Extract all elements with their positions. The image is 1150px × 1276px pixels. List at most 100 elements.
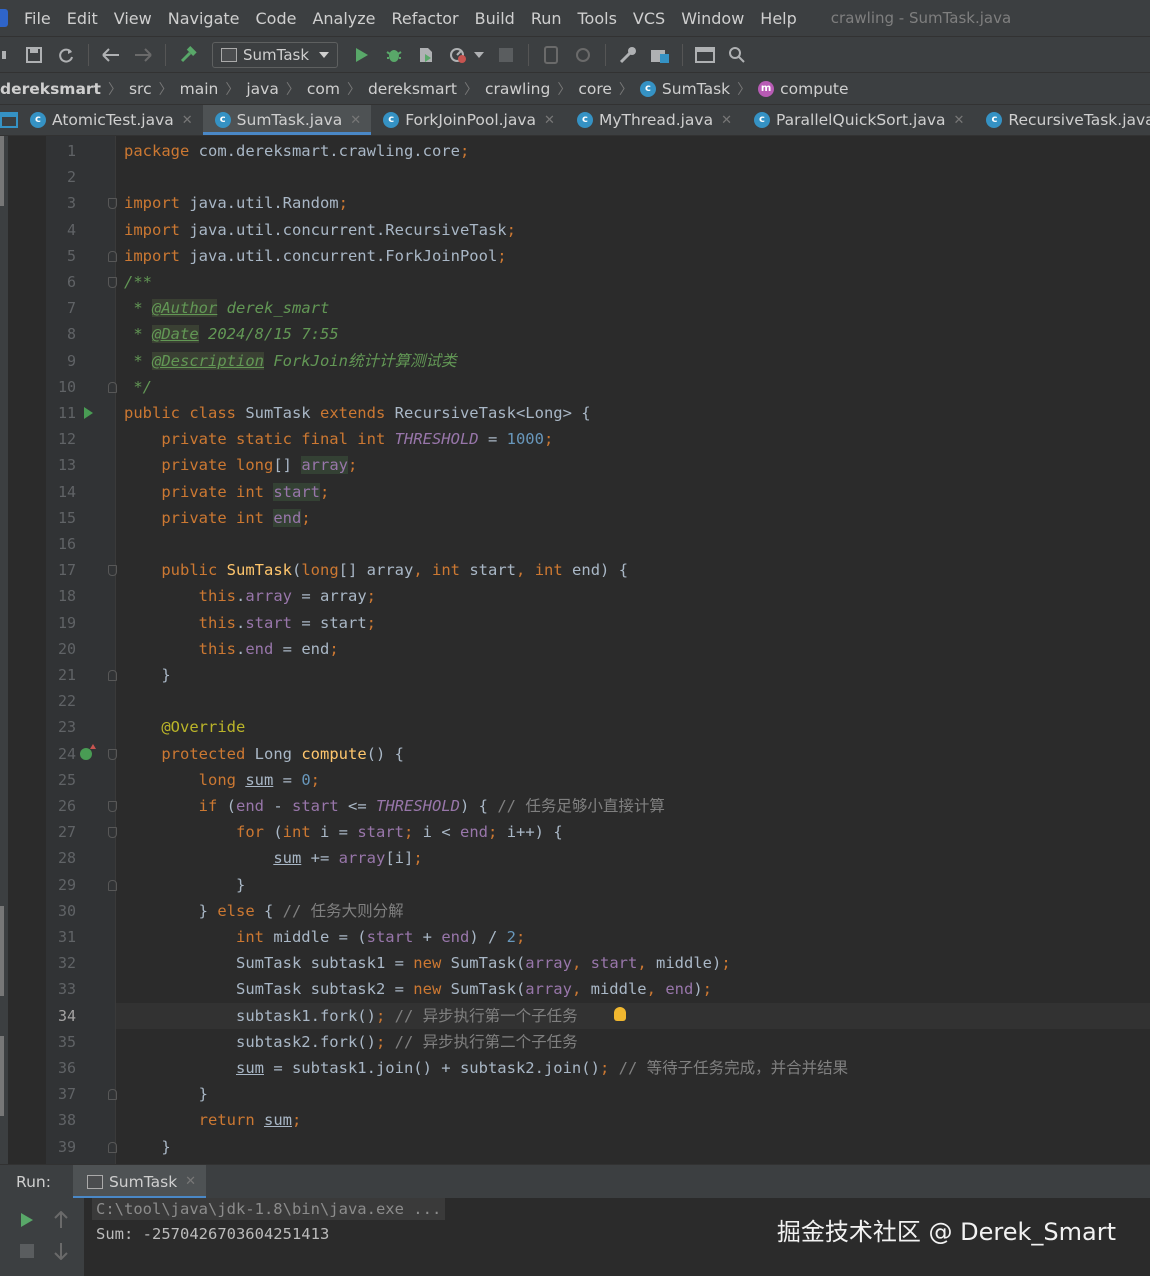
menu-help[interactable]: Help — [760, 9, 796, 28]
sync-icon[interactable] — [56, 45, 76, 65]
menu-analyze[interactable]: Analyze — [312, 9, 375, 28]
code-line[interactable]: this.array = array; — [116, 583, 1150, 609]
run-icon[interactable] — [352, 45, 372, 65]
menu-tools[interactable]: Tools — [578, 9, 617, 28]
code-line[interactable] — [116, 164, 1150, 190]
code-line[interactable]: sum += array[i]; — [116, 845, 1150, 871]
code-line[interactable]: } — [116, 872, 1150, 898]
code-line[interactable]: subtask2.fork(); // 异步执行第二个子任务 — [116, 1029, 1150, 1055]
code-line[interactable]: } — [116, 1081, 1150, 1107]
code-line[interactable]: private int start; — [116, 479, 1150, 505]
tab-forkjoinpool[interactable]: c ForkJoinPool.java ✕ — [371, 105, 565, 135]
code-line[interactable]: } else { // 任务大则分解 — [116, 898, 1150, 924]
code-line[interactable]: private long[] array; — [116, 452, 1150, 478]
save-icon[interactable] — [24, 45, 44, 65]
code-line[interactable]: /** — [116, 269, 1150, 295]
code-line[interactable] — [116, 688, 1150, 714]
code-line[interactable]: this.start = start; — [116, 610, 1150, 636]
menu-refactor[interactable]: Refactor — [392, 9, 459, 28]
menu-build[interactable]: Build — [475, 9, 515, 28]
device-icon[interactable] — [541, 45, 561, 65]
forward-icon[interactable] — [133, 45, 153, 65]
code-line[interactable]: private int end; — [116, 505, 1150, 531]
code-editor[interactable]: 1 2 3 4 5 6 7 8 9 10 11 12 13 14 15 16 17 18 19 20 21 22 23 24 2… — [8, 136, 1150, 1164]
breadcrumb-crawling[interactable]: crawling — [485, 80, 550, 98]
debug-icon[interactable] — [384, 45, 404, 65]
breadcrumb-core[interactable]: core — [578, 80, 612, 98]
breadcrumb-dereksmart[interactable]: dereksmart — [368, 80, 457, 98]
sdk-icon[interactable] — [573, 45, 593, 65]
tab-mythread[interactable]: c MyThread.java ✕ — [565, 105, 742, 135]
run-gutter-icon[interactable] — [84, 407, 93, 419]
code-line[interactable]: long sum = 0; — [116, 767, 1150, 793]
code-line[interactable]: * @Author derek_smart — [116, 295, 1150, 321]
rerun-icon[interactable] — [20, 1212, 34, 1228]
tab-list-icon[interactable] — [0, 105, 18, 135]
code-line[interactable]: int middle = (start + end) / 2; — [116, 924, 1150, 950]
breadcrumb-class[interactable]: c SumTask — [639, 80, 730, 98]
menu-view[interactable]: View — [114, 9, 152, 28]
code-line[interactable]: if (end - start <= THRESHOLD) { // 任务足够小… — [116, 793, 1150, 819]
code-line[interactable]: private static final int THRESHOLD = 100… — [116, 426, 1150, 452]
code-line[interactable]: package com.dereksmart.crawling.core; — [116, 138, 1150, 164]
back-icon[interactable] — [101, 45, 121, 65]
chevron-down-icon[interactable] — [474, 45, 484, 65]
tab-sumtask[interactable]: c SumTask.java ✕ — [202, 105, 372, 135]
wrench-icon[interactable] — [618, 45, 638, 65]
lightbulb-icon[interactable] — [614, 1006, 626, 1021]
code-line[interactable]: @Override — [116, 714, 1150, 740]
code-line[interactable]: public class SumTask extends RecursiveTa… — [116, 400, 1150, 426]
tab-atomictest[interactable]: c AtomicTest.java ✕ — [18, 105, 203, 135]
code-line[interactable]: return sum; — [116, 1107, 1150, 1133]
breadcrumb-project[interactable]: dereksmart — [0, 80, 101, 98]
menu-vcs[interactable]: VCS — [633, 9, 665, 28]
menu-navigate[interactable]: Navigate — [168, 9, 240, 28]
code-area[interactable]: package com.dereksmart.crawling.core; imp… — [116, 136, 1150, 1164]
code-line[interactable]: for (int i = start; i < end; i++) { — [116, 819, 1150, 845]
code-line[interactable]: SumTask subtask1 = new SumTask(array, st… — [116, 950, 1150, 976]
close-icon[interactable]: ✕ — [185, 1174, 196, 1189]
code-line[interactable] — [116, 531, 1150, 557]
tab-parallelquicksort[interactable]: c ParallelQuickSort.java ✕ — [742, 105, 974, 135]
close-icon[interactable]: ✕ — [721, 113, 732, 128]
close-icon[interactable]: ✕ — [544, 113, 555, 128]
project-structure-icon[interactable] — [650, 45, 670, 65]
breadcrumb-main[interactable]: main — [180, 80, 219, 98]
close-icon[interactable]: ✕ — [954, 113, 965, 128]
build-hammer-icon[interactable] — [178, 45, 198, 65]
code-line[interactable]: import java.util.concurrent.RecursiveTas… — [116, 217, 1150, 243]
project-tool-button[interactable] — [0, 136, 4, 206]
menu-edit[interactable]: Edit — [67, 9, 98, 28]
code-line[interactable]: * @Description ForkJoin统计计算测试类 — [116, 348, 1150, 374]
code-line[interactable]: this.end = end; — [116, 636, 1150, 662]
code-line[interactable]: */ — [116, 374, 1150, 400]
run-tab-sumtask[interactable]: SumTask ✕ — [72, 1164, 207, 1199]
code-line[interactable]: } — [116, 1134, 1150, 1160]
tab-recursivetask[interactable]: cRecursiveTask.java✕ — [974, 105, 1150, 135]
run-configuration-select[interactable]: SumTask — [212, 41, 338, 68]
breadcrumb-src[interactable]: src — [129, 80, 152, 98]
arrow-up-icon[interactable] — [54, 1211, 68, 1229]
breadcrumb-com[interactable]: com — [307, 80, 340, 98]
code-line[interactable]: protected Long compute() { — [116, 741, 1150, 767]
favorites-tool-button[interactable] — [0, 1036, 4, 1116]
code-line[interactable]: import java.util.Random; — [116, 190, 1150, 216]
search-icon[interactable] — [727, 45, 747, 65]
close-icon[interactable]: ✕ — [182, 113, 193, 128]
override-gutter-icon[interactable] — [80, 743, 96, 760]
coverage-icon[interactable] — [416, 45, 436, 65]
stop-icon[interactable] — [20, 1244, 34, 1258]
menu-file[interactable]: File — [24, 9, 51, 28]
collapse-icon[interactable] — [2, 45, 12, 65]
code-line[interactable]: * @Date 2024/8/15 7:55 — [116, 321, 1150, 347]
arrow-down-icon[interactable] — [54, 1242, 68, 1260]
stop-icon[interactable] — [496, 45, 516, 65]
breadcrumb-method[interactable]: m compute — [758, 80, 849, 98]
code-line[interactable]: import java.util.concurrent.ForkJoinPool… — [116, 243, 1150, 269]
menu-run[interactable]: Run — [531, 9, 562, 28]
code-line[interactable]: sum = subtask1.join() + subtask2.join();… — [116, 1055, 1150, 1081]
code-line[interactable]: subtask1.fork(); // 异步执行第一个子任务 — [116, 1002, 1150, 1029]
structure-tool-button[interactable] — [0, 906, 4, 996]
code-line[interactable]: SumTask subtask2 = new SumTask(array, mi… — [116, 976, 1150, 1002]
profile-icon[interactable] — [448, 45, 468, 65]
